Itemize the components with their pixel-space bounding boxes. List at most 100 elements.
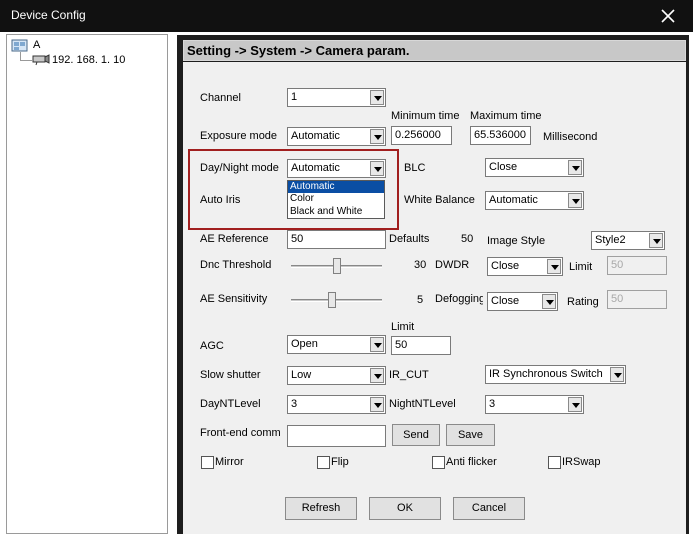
chevron-down-icon[interactable] (547, 259, 561, 274)
chevron-down-icon[interactable] (568, 397, 582, 412)
image-style-label: Image Style (487, 235, 546, 247)
defogging-label: Defogging (435, 293, 483, 305)
chevron-down-icon[interactable] (370, 129, 384, 144)
close-icon[interactable] (660, 8, 676, 24)
ir-cut-value: IR Synchronous Switch (489, 368, 603, 380)
defogging-select[interactable]: Close (487, 292, 558, 311)
defogging-value: Close (491, 295, 520, 307)
exposure-mode-value: Automatic (291, 130, 340, 142)
slider-thumb[interactable] (328, 292, 336, 308)
channel-value: 1 (291, 91, 298, 103)
tree-connector (20, 52, 21, 60)
rating-label: Rating (567, 296, 599, 308)
defaults-value: 50 (461, 233, 474, 245)
day-nt-level-label: DayNTLevel (200, 398, 261, 410)
agc-value: Open (291, 338, 318, 350)
night-nt-level-select[interactable]: 3 (485, 395, 584, 414)
rating-input[interactable]: 50 (607, 290, 667, 309)
chevron-down-icon[interactable] (610, 367, 624, 382)
dwdr-value: Close (491, 260, 520, 272)
breadcrumb: Setting -> System -> Camera param. (183, 40, 686, 61)
highlight-annotation (188, 149, 399, 230)
dwdr-limit-input[interactable]: 50 (607, 256, 667, 275)
night-nt-level-label: NightNTLevel (389, 398, 456, 410)
mirror-label: Mirror (215, 456, 244, 468)
ir-cut-label: IR_CUT (389, 369, 429, 381)
chevron-down-icon[interactable] (370, 397, 384, 412)
max-time-input[interactable]: 65.536000 (470, 126, 531, 145)
save-button[interactable]: Save (446, 424, 495, 446)
anti-flicker-checkbox[interactable] (432, 456, 445, 469)
irswap-checkbox[interactable] (548, 456, 561, 469)
refresh-button[interactable]: Refresh (285, 497, 357, 520)
blc-value: Close (489, 161, 518, 173)
device-tree (6, 34, 168, 534)
chevron-down-icon[interactable] (370, 337, 384, 352)
blc-label: BLC (404, 162, 426, 174)
ae-sensitivity-slider[interactable] (287, 291, 386, 310)
group-icon (11, 39, 28, 52)
slow-shutter-value: Low (291, 369, 312, 381)
agc-select[interactable]: Open (287, 335, 386, 354)
blc-select[interactable]: Close (485, 158, 584, 177)
camera-icon (32, 54, 50, 66)
irswap-label: IRSwap (562, 456, 601, 468)
tree-connector (20, 60, 32, 61)
night-nt-level-value: 3 (489, 398, 496, 410)
ae-sensitivity-value: 5 (417, 294, 424, 306)
dnc-threshold-label: Dnc Threshold (200, 259, 272, 271)
channel-label: Channel (200, 92, 241, 104)
min-time-value: 0.256000 (395, 129, 441, 141)
anti-flicker-label: Anti flicker (446, 456, 497, 468)
tree-device-label[interactable]: 192. 168. 1. 10 (52, 54, 125, 66)
image-style-select[interactable]: Style2 (591, 231, 665, 250)
day-nt-level-value: 3 (291, 398, 298, 410)
dnc-threshold-value: 30 (414, 259, 427, 271)
ae-reference-input[interactable]: 50 (287, 230, 386, 249)
chevron-down-icon[interactable] (370, 90, 384, 105)
agc-limit-label: Limit (391, 321, 415, 333)
front-end-label: Front-end comm (200, 427, 280, 439)
max-time-header: Maximum time (470, 110, 542, 122)
dwdr-limit-label: Limit (569, 261, 593, 273)
exposure-mode-label: Exposure mode (200, 130, 278, 142)
cancel-button[interactable]: Cancel (453, 497, 525, 520)
window-title: Device Config (11, 8, 86, 22)
chevron-down-icon[interactable] (568, 160, 582, 175)
slow-shutter-select[interactable]: Low (287, 366, 386, 385)
min-time-input[interactable]: 0.256000 (391, 126, 452, 145)
agc-label: AGC (200, 340, 224, 352)
breadcrumb-text: Setting -> System -> Camera param. (187, 43, 410, 58)
day-nt-level-select[interactable]: 3 (287, 395, 386, 414)
dwdr-label: DWDR (435, 259, 470, 271)
ae-reference-value: 50 (291, 233, 304, 245)
flip-checkbox[interactable] (317, 456, 330, 469)
ae-reference-label: AE Reference (200, 233, 269, 245)
white-balance-select[interactable]: Automatic (485, 191, 584, 210)
send-button[interactable]: Send (392, 424, 440, 446)
chevron-down-icon[interactable] (542, 294, 556, 309)
mirror-checkbox[interactable] (201, 456, 214, 469)
exposure-mode-select[interactable]: Automatic (287, 127, 386, 146)
ae-sensitivity-label: AE Sensitivity (200, 293, 268, 305)
ir-cut-select[interactable]: IR Synchronous Switch (485, 365, 626, 384)
tree-root-label[interactable]: A (33, 39, 40, 51)
title-bar: Device Config (0, 0, 693, 32)
flip-label: Flip (331, 456, 349, 468)
agc-limit-input[interactable]: 50 (391, 336, 451, 355)
ok-button[interactable]: OK (369, 497, 441, 520)
image-style-value: Style2 (595, 234, 626, 246)
max-time-value: 65.536000 (474, 129, 526, 141)
dnc-threshold-slider[interactable] (287, 257, 386, 276)
channel-select[interactable]: 1 (287, 88, 386, 107)
dwdr-select[interactable]: Close (487, 257, 563, 276)
front-end-input[interactable] (287, 425, 386, 447)
chevron-down-icon[interactable] (370, 368, 384, 383)
white-balance-value: Automatic (489, 194, 538, 206)
defaults-label: Defaults (389, 233, 430, 245)
chevron-down-icon[interactable] (649, 233, 663, 248)
white-balance-label: White Balance (404, 194, 475, 206)
chevron-down-icon[interactable] (568, 193, 582, 208)
time-unit-label: Millisecond (543, 131, 598, 143)
slider-thumb[interactable] (333, 258, 341, 274)
